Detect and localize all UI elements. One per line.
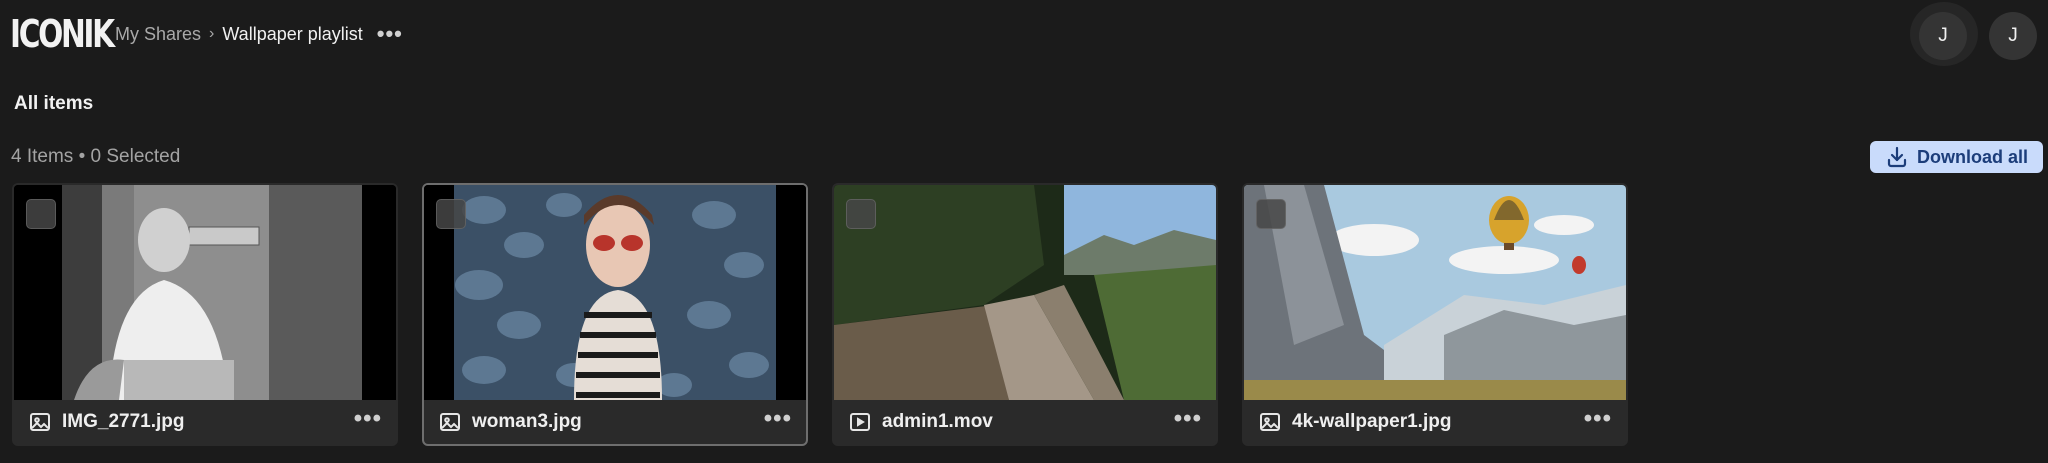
asset-filename[interactable]: IMG_2771.jpg xyxy=(62,411,185,433)
asset-card[interactable]: admin1.mov ••• xyxy=(832,183,1218,446)
download-all-label: Download all xyxy=(1916,146,2028,167)
iconik-logo[interactable]: ICONIK xyxy=(10,14,115,54)
avatar-collaborator[interactable]: J xyxy=(1919,12,1967,60)
more-options-icon[interactable]: ••• xyxy=(377,23,403,45)
asset-footer: woman3.jpg ••• xyxy=(424,400,806,444)
breadcrumb-current: Wallpaper playlist xyxy=(222,24,363,44)
breadcrumb: My Shares › Wallpaper playlist ••• xyxy=(115,22,403,46)
image-icon xyxy=(440,413,460,431)
asset-card[interactable]: IMG_2771.jpg ••• xyxy=(12,183,398,446)
select-checkbox[interactable] xyxy=(1256,199,1286,229)
image-icon xyxy=(30,413,50,431)
asset-thumbnail[interactable] xyxy=(834,185,1216,400)
asset-filename[interactable]: woman3.jpg xyxy=(472,411,582,433)
asset-footer: 4k-wallpaper1.jpg ••• xyxy=(1244,400,1626,444)
asset-card[interactable]: woman3.jpg ••• xyxy=(422,183,808,446)
asset-filename[interactable]: admin1.mov xyxy=(882,411,993,433)
items-count: 4 Items • 0 Selected xyxy=(11,146,181,167)
more-options-icon[interactable]: ••• xyxy=(354,406,382,432)
more-options-icon[interactable]: ••• xyxy=(1584,406,1612,432)
avatar-user[interactable]: J xyxy=(1989,12,2037,60)
more-options-icon[interactable]: ••• xyxy=(764,406,792,432)
asset-footer: IMG_2771.jpg ••• xyxy=(14,400,396,444)
breadcrumb-my-shares[interactable]: My Shares xyxy=(115,22,201,46)
select-checkbox[interactable] xyxy=(436,199,466,229)
section-title: All items xyxy=(14,93,94,114)
download-all-button[interactable]: Download all xyxy=(1870,141,2043,173)
asset-thumbnail[interactable] xyxy=(424,185,806,400)
asset-card[interactable]: 4k-wallpaper1.jpg ••• xyxy=(1242,183,1628,446)
asset-footer: admin1.mov ••• xyxy=(834,400,1216,444)
asset-thumbnail[interactable] xyxy=(14,185,396,400)
more-options-icon[interactable]: ••• xyxy=(1174,406,1202,432)
video-icon xyxy=(850,413,870,431)
top-bar: ICONIK My Shares › Wallpaper playlist ••… xyxy=(0,0,2048,68)
download-icon xyxy=(1887,146,1907,168)
image-icon xyxy=(1260,413,1280,431)
chevron-right-icon: › xyxy=(209,25,215,42)
select-checkbox[interactable] xyxy=(846,199,876,229)
select-checkbox[interactable] xyxy=(26,199,56,229)
asset-thumbnail[interactable] xyxy=(1244,185,1626,400)
asset-filename[interactable]: 4k-wallpaper1.jpg xyxy=(1292,411,1451,433)
